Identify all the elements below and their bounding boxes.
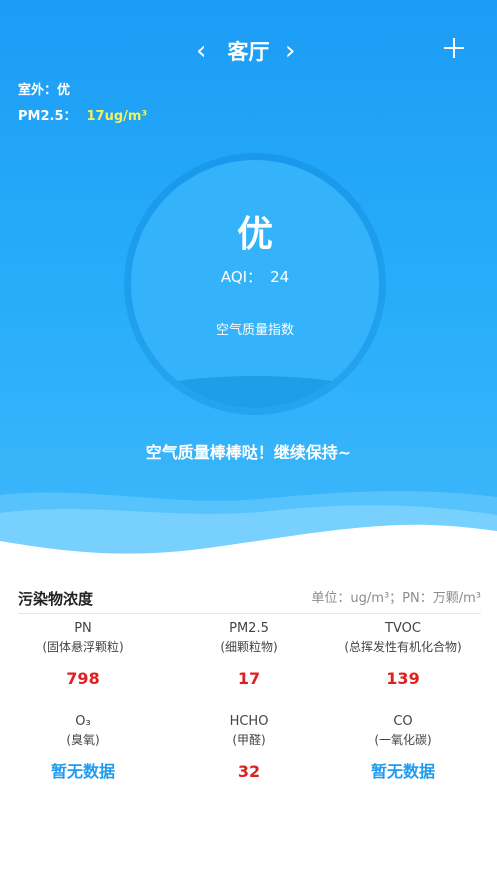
chevron-right-icon[interactable]: › — [285, 36, 295, 66]
status-slogan: 空气质量棒棒哒！继续保持~ — [145, 443, 352, 462]
outdoor-pm25-value: 17ug/m³ — [86, 109, 148, 124]
pollutant-tvoc[interactable]: TVOC (总挥发性有机化合物) 139 — [320, 620, 486, 690]
pollutant-value: 798 — [66, 669, 100, 688]
pollutant-desc: (臭氧) — [66, 733, 100, 747]
room-title: 客厅 — [227, 40, 270, 64]
pollutant-value: 32 — [237, 762, 261, 781]
pollutants-header: 污染物浓度 单位：ug/m³；PN：万颗/m³ — [18, 588, 481, 614]
pollutants-unit-note: 单位：ug/m³；PN：万颗/m³ — [311, 591, 481, 606]
pollutant-hcho[interactable]: HCHO (甲醛) 32 — [166, 713, 332, 783]
pollutant-name: HCHO — [229, 714, 269, 729]
pollutant-value: 暂无数据 — [370, 762, 435, 781]
pollutant-value: 17 — [237, 669, 261, 688]
aqi-level: 优 — [236, 214, 273, 255]
pollutant-desc: (总挥发性有机化合物) — [344, 640, 462, 654]
pollutant-o3[interactable]: O₃ (臭氧) 暂无数据 — [0, 713, 166, 783]
pollutant-desc: (细颗粒物) — [220, 640, 278, 654]
aqi-readout: AQI： 24 — [131, 266, 379, 288]
wave-decoration — [0, 491, 497, 560]
aqi-value: 24 — [270, 268, 290, 286]
pollutant-value: 139 — [386, 669, 420, 688]
pollutant-co[interactable]: CO (一氧化碳) 暂无数据 — [320, 713, 486, 783]
pollutant-desc: (固体悬浮颗粒) — [42, 640, 124, 654]
pollutants-title: 污染物浓度 — [18, 590, 94, 608]
outdoor-quality: 室外：优 — [18, 83, 71, 98]
pollutant-name: CO — [393, 714, 413, 729]
aqi-gauge: 优 AQI： 24 空气质量指数 — [131, 160, 379, 408]
pollutant-value: 暂无数据 — [50, 762, 115, 781]
aqi-label: AQI： — [220, 268, 263, 286]
outdoor-pm25-label: PM2.5： — [18, 109, 77, 124]
pollutant-name: O₃ — [75, 714, 91, 729]
pollutant-pm25[interactable]: PM2.5 (细颗粒物) 17 — [166, 620, 332, 690]
hero-panel: ‹ 客厅 › 室外：优 PM2.5： 17ug/m³ 优 AQI： 24 空气质量指… — [0, 0, 497, 560]
plus-icon[interactable] — [440, 34, 468, 62]
pollutant-name: TVOC — [385, 621, 421, 636]
aqi-caption: 空气质量指数 — [215, 323, 294, 338]
top-bar: ‹ 客厅 › — [0, 30, 497, 74]
pollutant-desc: (甲醛) — [232, 733, 266, 747]
pollutant-name: PN — [74, 621, 92, 636]
pollutant-name: PM2.5 — [229, 621, 269, 636]
pollutant-desc: (一氧化碳) — [374, 733, 432, 747]
outdoor-pm25: PM2.5： 17ug/m³ — [18, 108, 147, 126]
pollutant-pn[interactable]: PN (固体悬浮颗粒) 798 — [0, 620, 166, 690]
